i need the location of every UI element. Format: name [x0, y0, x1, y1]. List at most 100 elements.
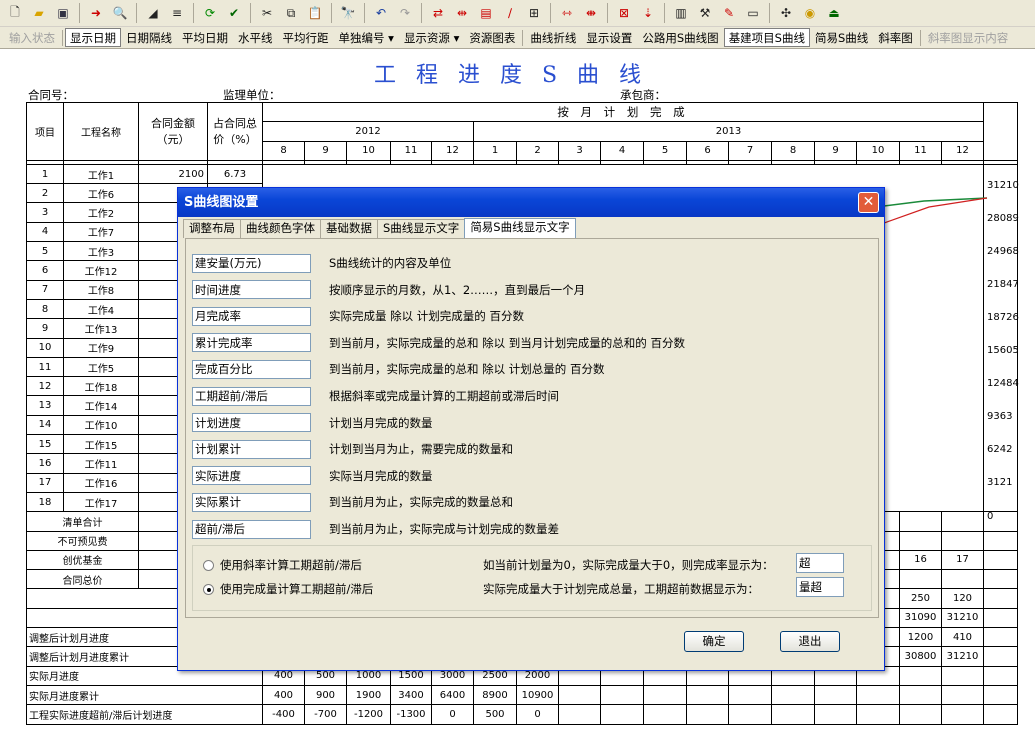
- toolbar-item[interactable]: 平均日期: [177, 28, 233, 47]
- setting-input[interactable]: [192, 413, 311, 433]
- setting-input[interactable]: [192, 333, 311, 353]
- bar-chart-icon[interactable]: ▥: [670, 2, 692, 24]
- paste-icon[interactable]: 📋: [304, 2, 326, 24]
- table-cell: [983, 453, 1018, 474]
- month-header: 11: [899, 140, 942, 161]
- export-icon[interactable]: ➜: [85, 2, 107, 24]
- radio-quantity[interactable]: 使用完成量计算工期超前/滞后: [203, 581, 373, 597]
- progress-value: [899, 704, 942, 725]
- setting-input[interactable]: [192, 306, 311, 326]
- row-name: 工作14: [63, 395, 139, 416]
- tools-icon[interactable]: ⚒: [694, 2, 716, 24]
- toolbar-item[interactable]: 显示日期: [65, 28, 121, 47]
- note2-label: 实际完成量大于计划完成总量，工期超前数据显示为：: [483, 582, 759, 596]
- ok-button[interactable]: 确定: [684, 631, 744, 652]
- main-toolbar: 🗋 ▰ ▣ ➜ 🔍 ◢ ≡ ⟳ ✔ ✂ ⧉ 📋 🔭 ↶ ↷ ⇄ ⇹ ▤ ∕ ⊞ …: [0, 0, 1035, 27]
- row-no: 9: [26, 318, 64, 339]
- find-icon[interactable]: 🔭: [337, 2, 359, 24]
- triangle-icon[interactable]: ◢: [142, 2, 164, 24]
- row-name: 工作18: [63, 376, 139, 397]
- task-icon[interactable]: ▤: [475, 2, 497, 24]
- setting-input[interactable]: [192, 519, 311, 539]
- align-icon[interactable]: ⇣: [637, 2, 659, 24]
- setting-input[interactable]: [192, 280, 311, 300]
- progress-value: -1300: [390, 704, 432, 725]
- row-no: 7: [26, 279, 64, 300]
- axis-value: 12484: [987, 378, 1019, 390]
- table-cell: [942, 492, 984, 511]
- progress-value: [600, 704, 644, 725]
- toolbar-item[interactable]: 曲线折线: [525, 28, 581, 47]
- toolbar-item[interactable]: 资源图表: [464, 28, 520, 47]
- spread-icon[interactable]: ⇿: [556, 2, 578, 24]
- redo-icon[interactable]: ↷: [394, 2, 416, 24]
- exit-icon[interactable]: ⏏: [823, 2, 845, 24]
- toolbar-item[interactable]: 简易S曲线: [810, 28, 873, 47]
- edit-icon[interactable]: ✎: [718, 2, 740, 24]
- exit-button[interactable]: 退出: [780, 631, 840, 652]
- tab-1[interactable]: 调整布局: [183, 219, 241, 238]
- refresh-icon[interactable]: ⟳: [199, 2, 221, 24]
- radio-dot[interactable]: [203, 583, 214, 595]
- table-cell: [815, 164, 857, 183]
- open-folder-icon[interactable]: ▰: [28, 2, 50, 24]
- toolbar-item[interactable]: 显示设置: [581, 28, 637, 47]
- toolbar-item[interactable]: 水平线: [233, 28, 278, 47]
- setting-input[interactable]: [192, 439, 311, 459]
- setting-input[interactable]: [192, 253, 311, 273]
- table-cell: [559, 164, 601, 183]
- note1-input[interactable]: [796, 553, 844, 573]
- month-header: 4: [600, 140, 644, 161]
- toolbar-item[interactable]: 基建项目S曲线: [723, 28, 810, 47]
- compress-icon[interactable]: ⇼: [580, 2, 602, 24]
- bulb-icon[interactable]: ◉: [799, 2, 821, 24]
- setting-input[interactable]: [192, 466, 311, 486]
- toolbar-item[interactable]: 公路用S曲线图: [637, 28, 723, 47]
- progress-value: 0: [516, 704, 559, 725]
- save-icon[interactable]: ▣: [52, 2, 74, 24]
- tab-2[interactable]: 曲线颜色字体: [240, 219, 321, 238]
- radio-dot[interactable]: [203, 559, 214, 571]
- toolbar-item[interactable]: 日期隔线: [121, 28, 177, 47]
- print-preview-icon[interactable]: 🔍: [109, 2, 131, 24]
- zoom-icon[interactable]: ⊠: [613, 2, 635, 24]
- check-icon[interactable]: ✔: [223, 2, 245, 24]
- toolbar-item[interactable]: 平均行距: [278, 28, 334, 47]
- new-file-icon[interactable]: 🗋: [4, 2, 26, 24]
- progress-value: [643, 684, 687, 706]
- progress-value: 10900: [516, 684, 559, 706]
- close-icon[interactable]: ✕: [858, 192, 879, 213]
- tab-4[interactable]: S曲线显示文字: [377, 219, 466, 238]
- year-2013: 2013: [473, 121, 984, 142]
- setting-input[interactable]: [192, 492, 311, 512]
- summary-label: 创优基金: [26, 549, 139, 571]
- split-icon[interactable]: ⇹: [451, 2, 473, 24]
- layers-icon[interactable]: ⊞: [523, 2, 545, 24]
- toolbar-item[interactable]: 单独编号 ▾: [334, 28, 399, 47]
- cut-icon[interactable]: ✂: [256, 2, 278, 24]
- toolbar-item: 斜率图显示内容: [927, 31, 1009, 45]
- month-header: 9: [814, 140, 857, 161]
- gear-icon[interactable]: ✣: [775, 2, 797, 24]
- screen-icon[interactable]: ▭: [742, 2, 764, 24]
- toolbar-separator: [919, 29, 921, 46]
- table-cell: [983, 607, 1018, 629]
- tab-5[interactable]: 简易S曲线显示文字: [464, 218, 576, 238]
- copy-icon[interactable]: ⧉: [280, 2, 302, 24]
- header-amount: 合同金额（元）: [138, 102, 208, 161]
- link-icon[interactable]: ⇄: [427, 2, 449, 24]
- note2-input[interactable]: [796, 577, 844, 597]
- toolbar-item[interactable]: 斜率图: [873, 28, 918, 47]
- curve-icon[interactable]: ∕: [499, 2, 521, 24]
- undo-icon[interactable]: ↶: [370, 2, 392, 24]
- setting-input[interactable]: [192, 386, 311, 406]
- s-curve-segment: [884, 197, 988, 224]
- setting-input[interactable]: [192, 359, 311, 379]
- table-row: 1 工作1 2100 6.73: [26, 163, 1018, 185]
- radio-slope[interactable]: 使用斜率计算工期超前/滞后: [203, 557, 362, 573]
- progress-value: [600, 684, 644, 706]
- toolbar-item[interactable]: 显示资源 ▾: [399, 28, 464, 47]
- tab-3[interactable]: 基础数据: [320, 219, 378, 238]
- progress-value: 1900: [346, 684, 391, 706]
- lines-icon[interactable]: ≡: [166, 2, 188, 24]
